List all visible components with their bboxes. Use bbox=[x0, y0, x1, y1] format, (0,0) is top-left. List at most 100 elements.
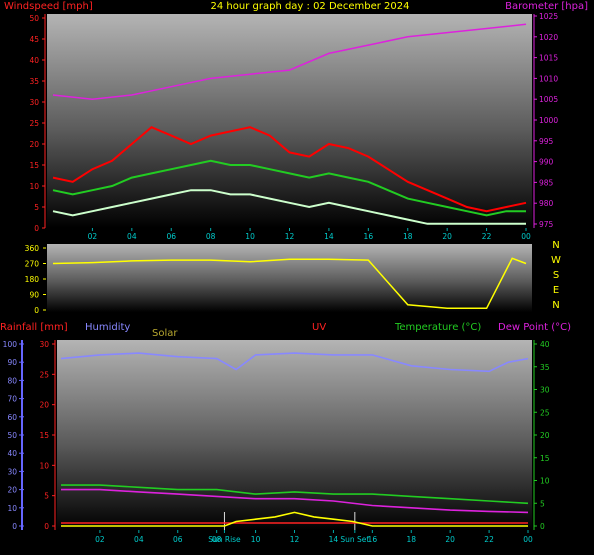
humidity-tick-label: 100 bbox=[3, 340, 18, 349]
wind-plot-area bbox=[47, 14, 532, 228]
direction-tick-label: 0 bbox=[34, 306, 39, 315]
legend-label: Solar bbox=[152, 328, 178, 339]
rainfall-tick-label: 20 bbox=[39, 401, 49, 410]
compass-label: N bbox=[552, 300, 559, 311]
climate-time-tick-label: 06 bbox=[173, 535, 183, 544]
climate-time-tick-label: 20 bbox=[445, 535, 455, 544]
windspeed-tick-label: 50 bbox=[29, 14, 39, 23]
wind-time-tick-label: 10 bbox=[245, 232, 255, 241]
legend-label: Dew Point (°C) bbox=[498, 322, 571, 333]
windspeed-tick-label: 40 bbox=[29, 56, 39, 65]
barometer-tick-label: 980 bbox=[539, 199, 554, 208]
temperature-tick-label: 25 bbox=[540, 408, 550, 417]
climate-time-tick-label: 18 bbox=[406, 535, 416, 544]
wind-time-tick-label: 08 bbox=[206, 232, 216, 241]
climate-time-tick-label: 22 bbox=[484, 535, 494, 544]
climate-time-tick-label: Sun Rise bbox=[208, 535, 241, 544]
weather-graphs: Windspeed [mph] 24 hour graph day : 02 D… bbox=[0, 1, 588, 544]
compass-label: W bbox=[551, 255, 561, 266]
wind-panel: Windspeed [mph] 24 hour graph day : 02 D… bbox=[4, 1, 588, 241]
windspeed-ticks: 0 5 10 15 20 25 30 35 40 45 50 bbox=[29, 14, 46, 233]
barometer-ticks: 975 980 985 990 995 1000 1005 1010 1015 1020 1025 bbox=[533, 12, 558, 229]
legend-label: Temperature (°C) bbox=[394, 322, 481, 333]
direction-tick-label: 360 bbox=[25, 244, 40, 253]
compass-label: N bbox=[552, 240, 559, 251]
wind-time-tick-label: 06 bbox=[166, 232, 176, 241]
climate-panel: Rainfall [mm] Humidity Solar UV Temperature … bbox=[0, 322, 571, 544]
humidity-ticks: 0 10 20 30 40 50 60 70 80 90 100 bbox=[3, 340, 24, 531]
humidity-tick-label: 30 bbox=[7, 467, 17, 476]
rainfall-tick-label: 15 bbox=[39, 431, 49, 440]
humidity-tick-label: 40 bbox=[7, 449, 17, 458]
wind-time-tick-label: 04 bbox=[127, 232, 137, 241]
barometer-tick-label: 975 bbox=[539, 220, 554, 229]
windspeed-tick-label: 35 bbox=[29, 77, 39, 86]
temperature-ticks: 0 5 10 15 20 25 30 35 40 bbox=[533, 340, 550, 531]
humidity-tick-label: 50 bbox=[7, 431, 17, 440]
direction-degree-ticks: 0 90 180 270 360 bbox=[25, 244, 46, 315]
wind-time-tick-label: 20 bbox=[442, 232, 452, 241]
wind-time-tick-label: 12 bbox=[285, 232, 295, 241]
humidity-tick-label: 60 bbox=[7, 413, 17, 422]
windspeed-tick-label: 0 bbox=[34, 224, 39, 233]
barometer-tick-label: 1010 bbox=[539, 74, 558, 83]
climate-plot-area bbox=[57, 340, 532, 530]
compass-labels: NWSEN bbox=[551, 240, 561, 311]
wind-time-tick-label: 16 bbox=[364, 232, 374, 241]
direction-tick-label: 90 bbox=[29, 291, 39, 300]
humidity-tick-label: 80 bbox=[7, 376, 17, 385]
barometer-tick-label: 1020 bbox=[539, 33, 558, 42]
windspeed-tick-label: 30 bbox=[29, 98, 39, 107]
windspeed-axis-label: Windspeed [mph] bbox=[4, 1, 93, 12]
humidity-tick-label: 90 bbox=[7, 358, 17, 367]
barometer-tick-label: 990 bbox=[539, 158, 554, 167]
rainfall-ticks: 0 5 10 15 20 25 30 bbox=[39, 340, 56, 531]
climate-time-tick-label: 02 bbox=[95, 535, 105, 544]
wind-time-tick-label: 18 bbox=[403, 232, 413, 241]
wind-time-tick-label: 22 bbox=[482, 232, 492, 241]
direction-tick-label: 270 bbox=[25, 260, 40, 269]
climate-legend: Rainfall [mm] Humidity Solar UV Temperature … bbox=[0, 322, 571, 339]
rainfall-tick-label: 30 bbox=[39, 340, 49, 349]
rainfall-tick-label: 5 bbox=[44, 492, 49, 501]
rainfall-tick-label: 0 bbox=[44, 522, 49, 531]
humidity-tick-label: 10 bbox=[7, 504, 17, 513]
temperature-tick-label: 30 bbox=[540, 386, 550, 395]
barometer-tick-label: 1000 bbox=[539, 116, 558, 125]
climate-time-tick-label: 00 bbox=[523, 535, 533, 544]
wind-time-tick-label: 02 bbox=[88, 232, 98, 241]
wind-time-tick-label: 14 bbox=[324, 232, 334, 241]
barometer-tick-label: 995 bbox=[539, 137, 554, 146]
barometer-tick-label: 985 bbox=[539, 178, 554, 187]
barometer-tick-label: 1005 bbox=[539, 95, 558, 104]
temperature-tick-label: 35 bbox=[540, 363, 550, 372]
temperature-tick-label: 5 bbox=[540, 499, 545, 508]
climate-time-tick-label: Sun Set bbox=[340, 535, 369, 544]
temperature-tick-label: 20 bbox=[540, 431, 550, 440]
legend-label: UV bbox=[312, 322, 326, 333]
humidity-tick-label: 0 bbox=[12, 522, 17, 531]
graph-title: 24 hour graph day : 02 December 2024 bbox=[211, 1, 410, 12]
barometer-axis-label: Barometer [hpa] bbox=[505, 1, 588, 12]
barometer-tick-label: 1025 bbox=[539, 12, 558, 21]
direction-panel: 0 90 180 270 360 NWSEN bbox=[25, 240, 561, 315]
windspeed-tick-label: 15 bbox=[29, 161, 39, 170]
compass-label: E bbox=[553, 285, 559, 296]
direction-tick-label: 180 bbox=[25, 275, 40, 284]
humidity-tick-label: 20 bbox=[7, 486, 17, 495]
windspeed-tick-label: 25 bbox=[29, 119, 39, 128]
direction-plot-area bbox=[47, 244, 532, 312]
rainfall-tick-label: 10 bbox=[39, 461, 49, 470]
humidity-tick-label: 70 bbox=[7, 395, 17, 404]
climate-time-tick-label: 16 bbox=[368, 535, 378, 544]
climate-time-tick-label: 12 bbox=[290, 535, 300, 544]
windspeed-tick-label: 10 bbox=[29, 182, 39, 191]
barometer-tick-label: 1015 bbox=[539, 54, 558, 63]
climate-time-tick-label: 04 bbox=[134, 535, 144, 544]
windspeed-tick-label: 45 bbox=[29, 35, 39, 44]
legend-label: Rainfall [mm] bbox=[0, 322, 68, 333]
climate-time-tick-label: 10 bbox=[251, 535, 261, 544]
temperature-tick-label: 0 bbox=[540, 522, 545, 531]
temperature-tick-label: 40 bbox=[540, 340, 550, 349]
legend-label: Humidity bbox=[85, 322, 130, 333]
